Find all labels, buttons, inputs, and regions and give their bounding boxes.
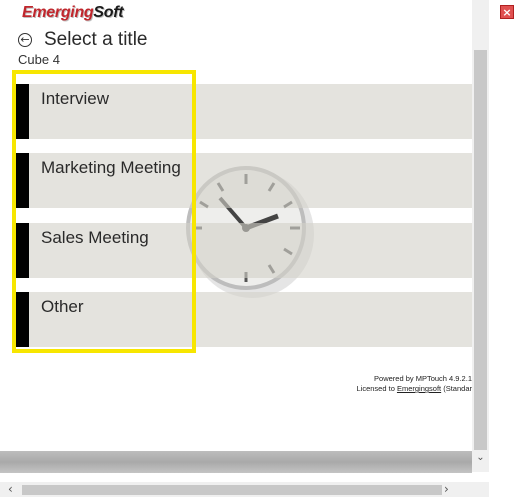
scroll-down-icon[interactable]: ⌄ — [474, 452, 487, 466]
back-arrow-icon[interactable]: ← — [18, 33, 32, 47]
list-item-sales-meeting[interactable]: Sales Meeting — [16, 223, 472, 278]
scroll-right-icon[interactable]: › — [444, 482, 449, 496]
scroll-left-icon[interactable]: ‹ — [8, 482, 13, 496]
item-accent-bar — [16, 153, 29, 208]
item-accent-bar — [16, 292, 29, 347]
list-item-other[interactable]: Other — [16, 292, 472, 347]
bottom-bar — [0, 451, 472, 473]
horizontal-scrollbar[interactable]: ‹ › — [0, 482, 489, 497]
item-label: Other — [41, 297, 84, 316]
close-icon[interactable]: × — [500, 5, 514, 19]
list-item-marketing-meeting[interactable]: Marketing Meeting — [16, 153, 472, 208]
license-link[interactable]: Emergingsoft — [397, 384, 441, 393]
page-subtitle: Cube 4 — [18, 52, 60, 67]
powered-by-text: Powered by MPTouch 4.9.2.1 Licensed to E… — [356, 374, 473, 393]
vertical-scrollbar[interactable]: ⌄ — [472, 0, 489, 472]
app-logo: EmergingSoft — [22, 4, 124, 21]
vertical-scroll-thumb[interactable] — [474, 50, 487, 450]
item-label: Sales Meeting — [41, 228, 149, 247]
item-label: Marketing Meeting — [41, 158, 181, 177]
horizontal-scroll-thumb[interactable] — [22, 485, 442, 495]
item-accent-bar — [16, 223, 29, 278]
list-item-interview[interactable]: Interview — [16, 84, 472, 139]
page-title: Select a title — [44, 29, 148, 50]
item-accent-bar — [16, 84, 29, 139]
item-label: Interview — [41, 89, 110, 108]
